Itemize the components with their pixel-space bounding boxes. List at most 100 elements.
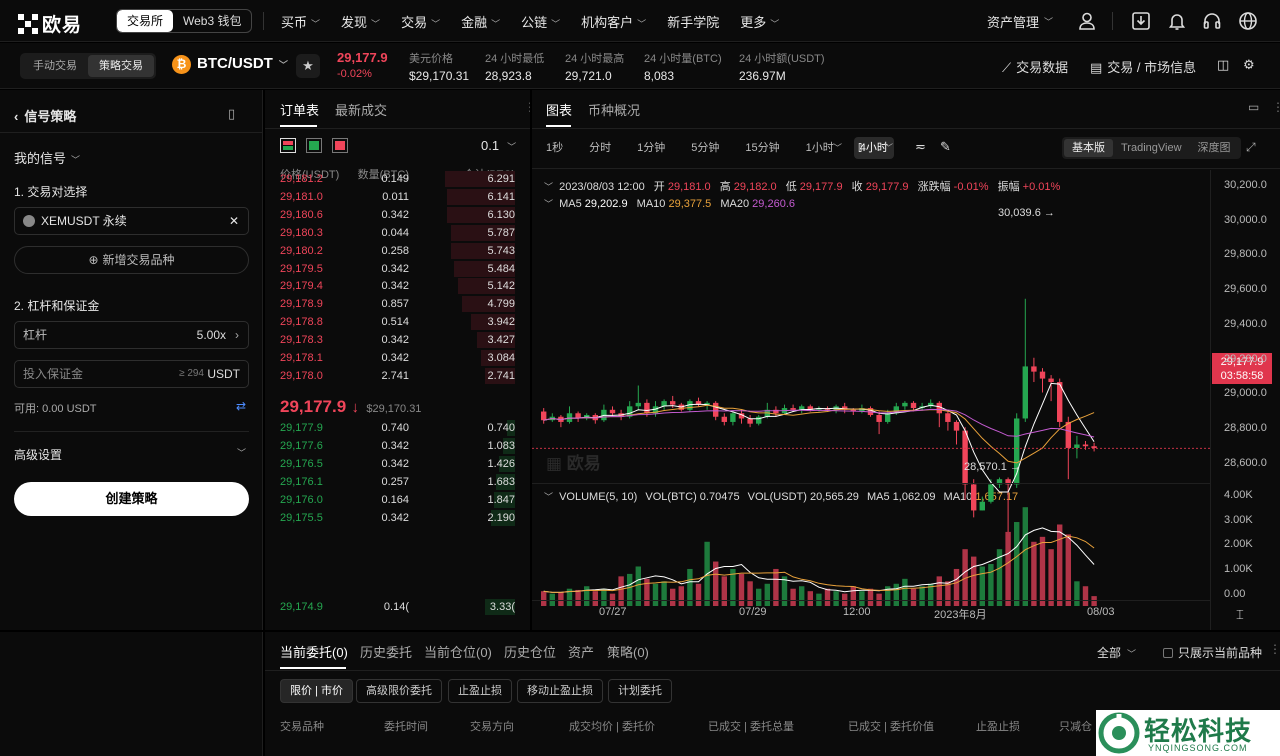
order-row-bid[interactable]: 29,174.9 0.14( 3.33( — [265, 598, 530, 616]
trade-data-button[interactable]: ⟋ 交易数据 — [1002, 57, 1068, 76]
chip-trigger-order[interactable]: 计划委托 — [608, 679, 672, 703]
my-signal-dropdown[interactable]: 我的信号 ﹀ — [14, 148, 80, 167]
chip-tp-sl[interactable]: 止盈止损 — [448, 679, 512, 703]
create-strategy-button[interactable]: 创建策略 — [14, 482, 249, 516]
asset-menu[interactable]: 资产管理 ﹀ — [987, 0, 1053, 42]
chevron-left-icon[interactable]: ‹ — [14, 109, 18, 124]
menu-academy[interactable]: 新手学院 — [667, 12, 719, 31]
pair-selector[interactable]: ₿ BTC/USDT ﹀ — [172, 55, 288, 74]
filter-dropdown[interactable]: 全部 ﹀ — [1097, 644, 1136, 661]
order-row-ask[interactable]: 29,178.8 0.514 3.942 — [265, 313, 530, 331]
gear-icon[interactable]: ⚙ — [1243, 57, 1255, 73]
book-asks-view-icon[interactable] — [332, 138, 348, 153]
tab-position-history[interactable]: 历史仓位 — [504, 642, 556, 661]
margin-input[interactable]: 投入保证金 ≥ 294 USDT — [14, 360, 249, 388]
chip-advanced-limit[interactable]: 高级限价委托 — [356, 679, 442, 703]
order-row-ask[interactable]: 29,179.5 0.342 5.484 — [265, 260, 530, 278]
tab-order-book[interactable]: 订单表 — [280, 103, 319, 118]
add-pair-button[interactable]: ⊕ 新增交易品种 — [14, 246, 249, 274]
menu-icon[interactable]: ⋮ — [1272, 100, 1280, 114]
okx-logo[interactable]: 欧易 — [18, 10, 82, 37]
menu-buy-crypto[interactable]: 买币 ﹀ — [281, 12, 320, 31]
interval-1[interactable]: 分时 — [583, 137, 617, 159]
order-row-bid[interactable]: 29,176.0 0.164 1.847 — [265, 491, 530, 509]
globe-icon[interactable] — [1238, 11, 1258, 31]
menu-discover[interactable]: 发现 ﹀ — [341, 12, 380, 31]
order-row-ask[interactable]: 29,179.4 0.342 5.142 — [265, 277, 530, 295]
order-row-ask[interactable]: 29,180.6 0.342 6.130 — [265, 206, 530, 224]
transfer-icon[interactable]: ⇄ — [236, 399, 246, 413]
favorite-star-icon[interactable]: ★ — [296, 54, 320, 78]
book-both-view-icon[interactable] — [280, 138, 296, 153]
tab-strategies[interactable]: 策略(0) — [607, 642, 649, 661]
order-row-ask[interactable]: 29,178.0 2.741 2.741 — [265, 367, 530, 385]
volume-bar — [670, 588, 676, 606]
book-bids-view-icon[interactable] — [306, 138, 322, 153]
view-tradingview[interactable]: TradingView — [1113, 139, 1190, 157]
chevron-down-icon[interactable]: ﹀ — [884, 141, 893, 154]
order-row-bid[interactable]: 29,176.5 0.342 1.426 — [265, 455, 530, 473]
interval-3[interactable]: 5分钟 — [685, 137, 725, 159]
leverage-field[interactable]: 杠杆 5.00x › — [14, 321, 249, 349]
volume-bar — [1057, 524, 1063, 606]
menu-finance[interactable]: 金融 ﹀ — [461, 12, 500, 31]
fit-width-icon[interactable]: ⌶ — [1236, 607, 1244, 623]
order-row-ask[interactable]: 29,178.3 0.342 3.427 — [265, 331, 530, 349]
pencil-icon[interactable]: ✎ — [940, 139, 951, 155]
chevron-down-icon[interactable]: ﹀ — [833, 141, 842, 154]
order-row-ask[interactable]: 29,178.9 0.857 4.799 — [265, 295, 530, 313]
order-row-ask[interactable]: 29,181.0 0.011 6.141 — [265, 188, 530, 206]
candle-type-icon[interactable]: ⫾ — [858, 139, 862, 155]
tab-order-history[interactable]: 历史委托 — [360, 642, 412, 661]
view-basic[interactable]: 基本版 — [1064, 139, 1113, 157]
close-icon[interactable]: ✕ — [229, 208, 239, 234]
tab-positions[interactable]: 当前仓位(0) — [424, 642, 492, 661]
tab-manual-trading[interactable]: 手动交易 — [22, 55, 88, 77]
window-icon[interactable]: ▭ — [1248, 100, 1259, 114]
order-row-ask[interactable]: 29,178.1 0.342 3.084 — [265, 349, 530, 367]
interval-0[interactable]: 1秒 — [546, 137, 569, 159]
menu-more[interactable]: 更多 ﹀ — [740, 12, 779, 31]
tab-coin-overview[interactable]: 币种概况 — [588, 103, 640, 118]
tab-open-orders[interactable]: 当前委托(0) — [280, 642, 348, 661]
menu-icon[interactable]: ⋮ — [1269, 642, 1280, 656]
order-row-ask[interactable]: 29,181.2 0.149 6.291 — [265, 170, 530, 188]
order-row-bid[interactable]: 29,176.1 0.257 1.683 — [265, 473, 530, 491]
order-row-bid[interactable]: 29,177.9 0.740 0.740 — [265, 419, 530, 437]
tab-chart[interactable]: 图表 — [546, 103, 572, 118]
layout-icon[interactable]: ◫ — [1217, 57, 1229, 73]
only-current-checkbox[interactable]: 只展示当前品种 — [1163, 644, 1262, 661]
user-icon[interactable] — [1077, 11, 1097, 31]
strategy-title[interactable]: ‹ 信号策略 — [14, 106, 76, 125]
chip-trailing-stop[interactable]: 移动止盈止损 — [517, 679, 603, 703]
tab-latest-trades[interactable]: 最新成交 — [335, 103, 387, 118]
order-row-ask[interactable]: 29,180.3 0.044 5.787 — [265, 224, 530, 242]
order-amount: 0.342 — [381, 457, 409, 470]
interval-4[interactable]: 15分钟 — [739, 137, 785, 159]
menu-trade[interactable]: 交易 ﹀ — [401, 12, 440, 31]
order-row-ask[interactable]: 29,180.2 0.258 5.743 — [265, 242, 530, 260]
tab-web3-wallet[interactable]: Web3 钱包 — [173, 10, 251, 32]
tab-exchange[interactable]: 交易所 — [117, 10, 174, 32]
order-row-bid[interactable]: 29,177.6 0.342 1.083 — [265, 437, 530, 455]
indicator-icon[interactable]: ≂ — [915, 139, 926, 155]
fullscreen-icon[interactable]: ⤢ — [1246, 140, 1256, 155]
precision-select[interactable]: 0.1 ﹀ — [481, 138, 516, 153]
interval-2[interactable]: 1分钟 — [631, 137, 671, 159]
bell-icon[interactable] — [1167, 11, 1187, 31]
headset-icon[interactable] — [1202, 11, 1222, 31]
chip-limit-market[interactable]: 限价 | 市价 — [280, 679, 353, 703]
view-depth[interactable]: 深度图 — [1190, 139, 1239, 157]
market-info-button[interactable]: ▤ 交易 / 市场信息 — [1090, 57, 1196, 76]
tab-strategy-trading[interactable]: 策略交易 — [88, 55, 154, 77]
menu-chain[interactable]: 公链 ﹀ — [521, 12, 560, 31]
download-icon[interactable] — [1131, 11, 1151, 31]
pair-field[interactable]: XEMUSDT 永续 ✕ — [14, 207, 249, 235]
tab-assets[interactable]: 资产 — [568, 642, 594, 661]
order-row-bid[interactable]: 29,175.5 0.342 2.190 — [265, 509, 530, 527]
candlestick-chart[interactable] — [532, 170, 1280, 630]
chevron-down-icon[interactable]: ﹀ — [237, 446, 246, 459]
book-icon[interactable]: ▯ — [228, 106, 235, 122]
menu-institutional[interactable]: 机构客户 ﹀ — [581, 12, 646, 31]
advanced-settings[interactable]: 高级设置 — [14, 446, 62, 463]
